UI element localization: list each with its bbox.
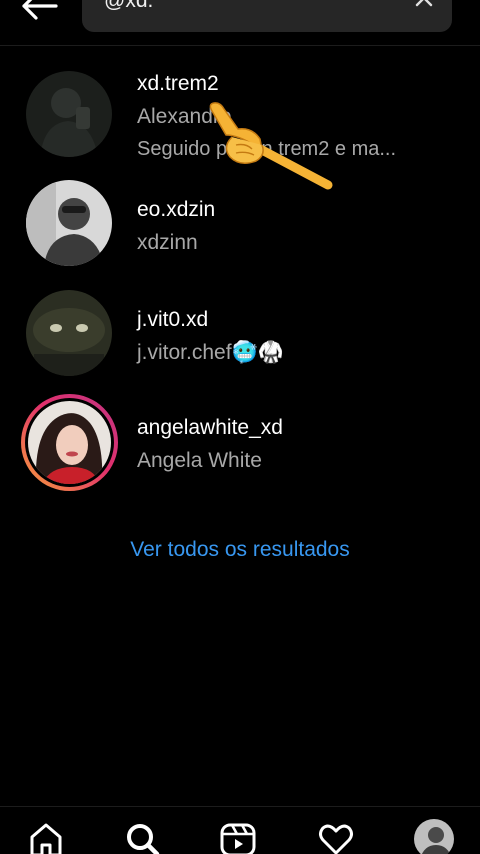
avatar	[26, 71, 112, 157]
bottom-navigation	[0, 806, 480, 854]
pointing-hand-sticker	[209, 102, 333, 190]
heart-icon	[319, 824, 353, 854]
nav-profile-avatar[interactable]	[414, 819, 454, 854]
avatar	[26, 290, 112, 376]
result-username: j.vit0.xd	[137, 308, 209, 331]
result-fullname: xdzinn	[137, 231, 198, 254]
back-button[interactable]	[18, 0, 62, 26]
search-result-item[interactable]: angelawhite_xd Angela White	[0, 390, 480, 500]
search-result-item[interactable]: j.vit0.xd j.vitor.chef🥶🥋	[0, 280, 480, 390]
avatar-with-story-ring[interactable]	[21, 394, 118, 491]
avatar	[26, 180, 112, 266]
nav-home-button[interactable]	[26, 819, 66, 854]
clear-search-button[interactable]	[410, 0, 438, 12]
search-icon	[127, 824, 160, 854]
reels-icon	[220, 823, 256, 854]
nav-reels-button[interactable]	[218, 819, 258, 854]
see-all-results-link[interactable]: Ver todos os resultados	[0, 538, 480, 562]
result-username: angelawhite_xd	[137, 416, 283, 439]
home-icon	[30, 823, 62, 854]
search-input[interactable]	[104, 0, 404, 16]
result-fullname: Angela White	[137, 449, 262, 472]
profile-avatar	[414, 819, 454, 854]
result-username: eo.xdzin	[137, 198, 216, 221]
nav-search-button[interactable]	[122, 819, 162, 854]
nav-activity-button[interactable]	[316, 819, 356, 854]
search-header	[0, 0, 480, 46]
arrow-left-icon	[22, 0, 58, 20]
result-username: xd.trem2	[137, 72, 219, 95]
result-fullname: j.vitor.chef🥶🥋	[137, 341, 284, 364]
search-field[interactable]	[82, 0, 452, 32]
close-icon	[415, 0, 433, 7]
